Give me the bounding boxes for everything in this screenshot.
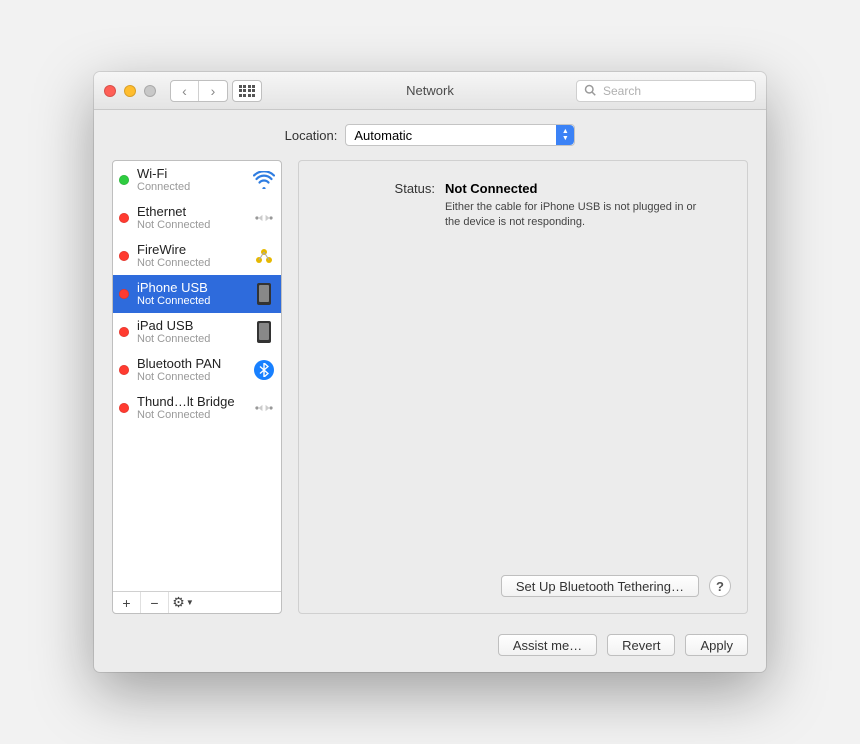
remove-interface-button[interactable]: −	[141, 592, 169, 613]
interface-status: Not Connected	[137, 257, 245, 269]
interface-item[interactable]: EthernetNot Connected	[113, 199, 281, 237]
window-title: Network	[406, 83, 454, 98]
detail-footer: Set Up Bluetooth Tethering… ?	[315, 575, 731, 597]
status-dot-icon	[119, 403, 129, 413]
status-dot-icon	[119, 251, 129, 261]
interface-status: Not Connected	[137, 333, 245, 345]
interface-item[interactable]: iPad USBNot Connected	[113, 313, 281, 351]
minimize-button[interactable]	[124, 85, 136, 97]
revert-button[interactable]: Revert	[607, 634, 675, 656]
search-icon	[584, 84, 596, 99]
body-row: Wi-FiConnectedEthernetNot ConnectedFireW…	[112, 160, 748, 614]
apply-button[interactable]: Apply	[685, 634, 748, 656]
network-preferences-window: ‹ › Network Location:	[94, 72, 766, 672]
interface-text: iPad USBNot Connected	[137, 319, 245, 345]
action-interface-button[interactable]: ⚙︎▼	[169, 592, 197, 613]
add-interface-button[interactable]: +	[113, 592, 141, 613]
interface-text: Bluetooth PANNot Connected	[137, 357, 245, 383]
interface-name: iPhone USB	[137, 281, 245, 295]
chevron-down-icon: ▼	[186, 598, 194, 607]
location-select[interactable]: Automatic ▲ ▼	[345, 124, 575, 146]
interface-item[interactable]: iPhone USBNot Connected	[113, 275, 281, 313]
show-all-button[interactable]	[232, 80, 262, 102]
setup-bluetooth-button[interactable]: Set Up Bluetooth Tethering…	[501, 575, 699, 597]
interface-name: iPad USB	[137, 319, 245, 333]
interface-name: Bluetooth PAN	[137, 357, 245, 371]
toolbar-nav: ‹ ›	[170, 80, 262, 102]
content-area: Location: Automatic ▲ ▼ Wi-FiConnected Et…	[94, 110, 766, 672]
bottom-buttons: Assist me… Revert Apply	[112, 634, 748, 656]
interface-name: FireWire	[137, 243, 245, 257]
detail-panel: Status: Not Connected Either the cable f…	[298, 160, 748, 614]
search-wrap	[576, 80, 756, 102]
interface-text: FireWireNot Connected	[137, 243, 245, 269]
interface-status: Not Connected	[137, 409, 245, 421]
phone-icon	[253, 283, 275, 305]
zoom-button[interactable]	[144, 85, 156, 97]
wifi-icon	[253, 169, 275, 191]
status-dot-icon	[119, 365, 129, 375]
interface-text: Thund…lt BridgeNot Connected	[137, 395, 245, 421]
status-dot-icon	[119, 213, 129, 223]
interface-item[interactable]: Thund…lt BridgeNot Connected	[113, 389, 281, 427]
status-message: Either the cable for iPhone USB is not p…	[445, 200, 705, 230]
interface-text: iPhone USBNot Connected	[137, 281, 245, 307]
select-arrows-icon: ▲ ▼	[556, 125, 574, 145]
forward-button[interactable]: ›	[199, 81, 227, 101]
interface-list: Wi-FiConnectedEthernetNot ConnectedFireW…	[113, 161, 281, 591]
status-dot-icon	[119, 289, 129, 299]
status-label: Status:	[315, 181, 435, 230]
bluetooth-icon	[253, 359, 275, 381]
interface-item[interactable]: Wi-FiConnected	[113, 161, 281, 199]
interface-item[interactable]: FireWireNot Connected	[113, 237, 281, 275]
interface-item[interactable]: Bluetooth PANNot Connected	[113, 351, 281, 389]
interface-sidebar: Wi-FiConnectedEthernetNot ConnectedFireW…	[112, 160, 282, 614]
close-button[interactable]	[104, 85, 116, 97]
status-dot-icon	[119, 175, 129, 185]
chevron-right-icon: ›	[211, 83, 216, 99]
interface-name: Wi-Fi	[137, 167, 245, 181]
firewire-icon	[253, 245, 275, 267]
location-label: Location:	[285, 128, 338, 143]
interface-name: Thund…lt Bridge	[137, 395, 245, 409]
grid-icon	[239, 85, 256, 97]
status-value: Not Connected	[445, 181, 705, 196]
location-row: Location: Automatic ▲ ▼	[112, 124, 748, 146]
search-input[interactable]	[576, 80, 756, 102]
help-button[interactable]: ?	[709, 575, 731, 597]
ethernet-icon	[253, 397, 275, 419]
back-button[interactable]: ‹	[171, 81, 199, 101]
traffic-lights	[104, 85, 156, 97]
location-value: Automatic	[354, 128, 412, 143]
interface-text: EthernetNot Connected	[137, 205, 245, 231]
sidebar-footer: + − ⚙︎▼	[113, 591, 281, 613]
titlebar: ‹ › Network	[94, 72, 766, 110]
interface-status: Not Connected	[137, 219, 245, 231]
phone-icon	[253, 321, 275, 343]
status-dot-icon	[119, 327, 129, 337]
gear-icon: ⚙︎	[172, 594, 185, 611]
assist-me-button[interactable]: Assist me…	[498, 634, 597, 656]
interface-status: Not Connected	[137, 295, 245, 307]
chevron-left-icon: ‹	[182, 83, 187, 99]
interface-text: Wi-FiConnected	[137, 167, 245, 193]
interface-status: Not Connected	[137, 371, 245, 383]
status-row: Status: Not Connected Either the cable f…	[315, 181, 731, 230]
ethernet-icon	[253, 207, 275, 229]
interface-status: Connected	[137, 181, 245, 193]
interface-name: Ethernet	[137, 205, 245, 219]
nav-back-forward: ‹ ›	[170, 80, 228, 102]
